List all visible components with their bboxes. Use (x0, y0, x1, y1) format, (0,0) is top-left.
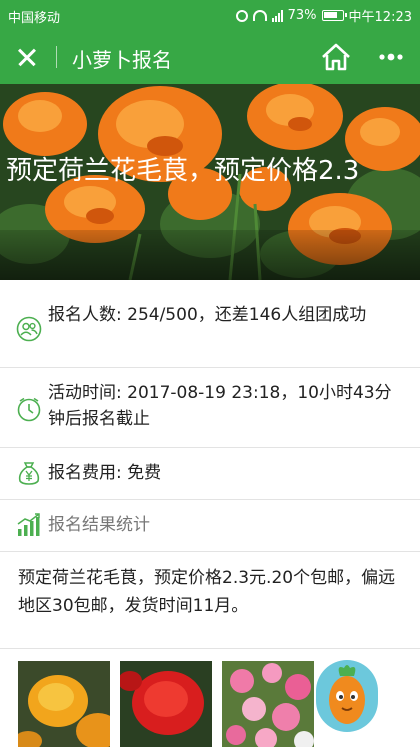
signup-count-row: 报名人数: 254/500，还差146人组团成功 (0, 292, 420, 368)
banner-caption: 预定荷兰花毛茛，预定价格2.3 (6, 156, 360, 186)
battery-icon (321, 10, 347, 21)
activity-time-text: 活动时间: 2017-08-19 23:18，10小时43分钟后报名截止 (48, 383, 392, 429)
home-icon[interactable] (320, 42, 352, 72)
page-title: 小萝卜报名 (72, 48, 172, 72)
photo-thumbnail[interactable] (18, 661, 110, 747)
description-text: 预定荷兰花毛茛，预定价格2.3元.20个包邮，偏远地区30包邮，发货时间11月。 (18, 568, 396, 616)
battery-percent: 73% (287, 8, 317, 23)
stats-row[interactable]: 报名结果统计 (0, 500, 420, 552)
clock-icon (16, 396, 42, 422)
chart-icon (16, 512, 42, 538)
photo-thumbnail[interactable] (222, 661, 314, 747)
more-options-icon[interactable] (376, 45, 406, 69)
mascot-avatar-button[interactable] (316, 660, 378, 732)
carrier-label: 中国移动 (8, 11, 61, 26)
title-bar: 小萝卜报名 (0, 30, 420, 84)
activity-time-row: 活动时间: 2017-08-19 23:18，10小时43分钟后报名截止 (0, 368, 420, 448)
status-bar: 中国移动 73% 中午12:23 (0, 0, 420, 30)
photo-thumbnail[interactable] (120, 661, 212, 747)
clock: 中午12:23 (348, 10, 412, 25)
money-bag-icon (16, 460, 42, 486)
wifi-icon (252, 10, 267, 21)
signal-icon (271, 9, 283, 22)
banner-caption-shade (0, 230, 420, 280)
fee-row: 报名费用: 免费 (0, 448, 420, 500)
users-icon (16, 316, 42, 342)
close-icon[interactable] (12, 42, 42, 72)
title-divider (56, 46, 57, 68)
signup-count-text: 报名人数: 254/500，还差146人组团成功 (48, 305, 367, 325)
fee-text: 报名费用: 免费 (48, 463, 162, 483)
alarm-icon (235, 9, 248, 22)
stats-link[interactable]: 报名结果统计 (48, 512, 408, 538)
